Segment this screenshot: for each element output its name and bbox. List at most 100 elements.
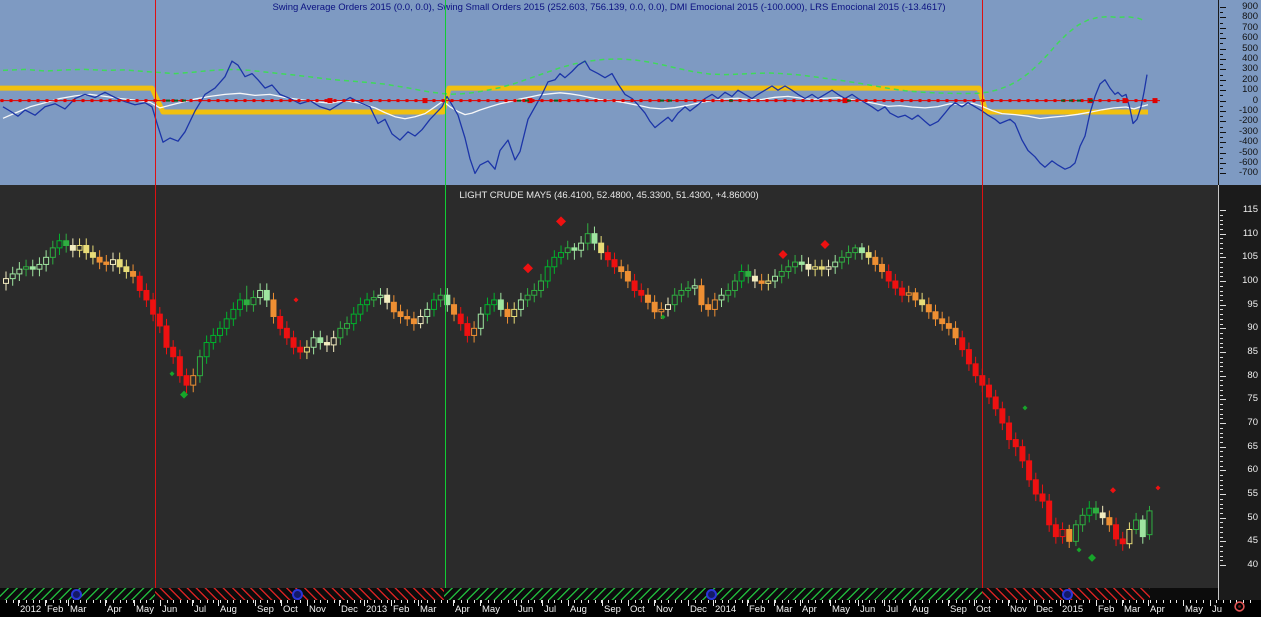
candle-body (351, 314, 356, 323)
candle-body (1027, 461, 1032, 480)
week-tick (233, 600, 234, 603)
zero-line-dot (46, 99, 49, 102)
candle-body (405, 316, 410, 318)
axis-tick (1220, 238, 1223, 239)
zero-line-dot (163, 99, 166, 102)
candle-body (572, 248, 577, 250)
axis-tick (1220, 75, 1223, 76)
zero-line-dot (541, 99, 544, 102)
candle-body (1000, 409, 1005, 423)
signal-vline-sell[interactable] (982, 0, 983, 588)
clock-forbidden-icon (1234, 601, 1245, 612)
week-tick (808, 600, 809, 603)
zero-line-emphasis-dot (423, 98, 428, 103)
zero-line-dot (235, 99, 238, 102)
signal-vline-buy[interactable] (445, 0, 446, 588)
candle-body (1093, 508, 1098, 513)
axis-label: 55 (1224, 489, 1258, 499)
candle-body (806, 264, 811, 269)
candle-body (458, 314, 463, 323)
week-tick (822, 600, 823, 603)
axis-tick (1220, 366, 1223, 367)
candle-body (966, 350, 971, 364)
zero-line-dot (640, 99, 643, 102)
axis-tick (1220, 12, 1223, 13)
week-tick (73, 600, 74, 603)
candle-body (137, 276, 142, 290)
axis-tick (1220, 314, 1223, 315)
week-tick (414, 600, 415, 603)
candle-body (1100, 513, 1105, 518)
candle-body (44, 257, 49, 264)
month-tick (830, 600, 831, 606)
zero-line-dot (217, 99, 220, 102)
candle-body (418, 316, 423, 323)
zero-line-dot (433, 99, 436, 102)
zero-line-dot (703, 99, 706, 102)
sell-diamond-marker (294, 297, 299, 302)
zero-line-dot (910, 99, 913, 102)
week-tick (33, 600, 34, 603)
week-tick (554, 600, 555, 603)
month-label: Mar (1124, 604, 1140, 615)
candle-body (833, 262, 838, 267)
axis-tick (1220, 428, 1223, 429)
week-tick (327, 600, 328, 603)
indicator-plot[interactable] (0, 0, 1218, 185)
candle-body (331, 338, 336, 345)
axis-tick (1220, 243, 1223, 244)
week-tick (715, 600, 716, 603)
week-tick (989, 600, 990, 603)
time-axis[interactable]: 2012FebMarAprMayJunJulAugSepOctNovDec201… (0, 600, 1261, 617)
candle-body (1080, 515, 1085, 524)
axis-tick (1220, 276, 1223, 277)
candle-body (371, 298, 376, 300)
week-tick (728, 600, 729, 603)
candle-body (30, 267, 35, 269)
week-tick (1076, 600, 1077, 603)
week-tick (802, 600, 803, 603)
price-axis[interactable]: 115110105100959085807570656055504540 (1218, 185, 1261, 600)
candle-body (926, 305, 931, 312)
indicator-panel[interactable]: Swing Average Orders 2015 (0.0, 0.0), Sw… (0, 0, 1218, 185)
zero-line-dot (1018, 99, 1021, 102)
candle-body (706, 305, 711, 310)
month-label: May (832, 604, 850, 615)
candle-body (77, 245, 82, 250)
candle-body (599, 243, 604, 252)
zero-line-green-mark (182, 100, 186, 102)
candle-body (338, 328, 343, 337)
zero-line-dot (388, 99, 391, 102)
week-tick (755, 600, 756, 603)
axis-tick (1220, 291, 1223, 292)
week-tick (53, 600, 54, 603)
axis-tick (1220, 433, 1223, 434)
candle-body (559, 253, 564, 258)
zero-line-dot (109, 99, 112, 102)
zero-line-dot (496, 99, 499, 102)
month-label: Feb (393, 604, 409, 615)
axis-label: -400 (1224, 137, 1258, 147)
axis-label: 70 (1224, 418, 1258, 428)
candle-body (17, 269, 22, 274)
axis-tick (1220, 357, 1223, 358)
week-tick (548, 600, 549, 603)
month-tick (858, 600, 859, 606)
week-tick (1089, 600, 1090, 603)
week-tick (60, 600, 61, 603)
axis-tick (1220, 380, 1223, 381)
week-tick (488, 600, 489, 603)
signal-vline-sell[interactable] (155, 0, 156, 588)
month-tick (800, 600, 801, 606)
candle-body (378, 295, 383, 297)
order-marker (706, 589, 717, 600)
zero-line-dot (892, 99, 895, 102)
price-panel[interactable]: LIGHT CRUDE MAY5 (46.4100, 52.4800, 45.3… (0, 185, 1218, 588)
candlestick-plot[interactable] (0, 185, 1218, 588)
indicator-value-axis[interactable]: 9008007006005004003002001000-100-200-300… (1218, 0, 1261, 185)
week-tick (146, 600, 147, 603)
week-tick (26, 600, 27, 603)
axis-tick (1220, 451, 1223, 452)
candle-body (552, 257, 557, 266)
zero-line-green-mark (1089, 100, 1093, 102)
